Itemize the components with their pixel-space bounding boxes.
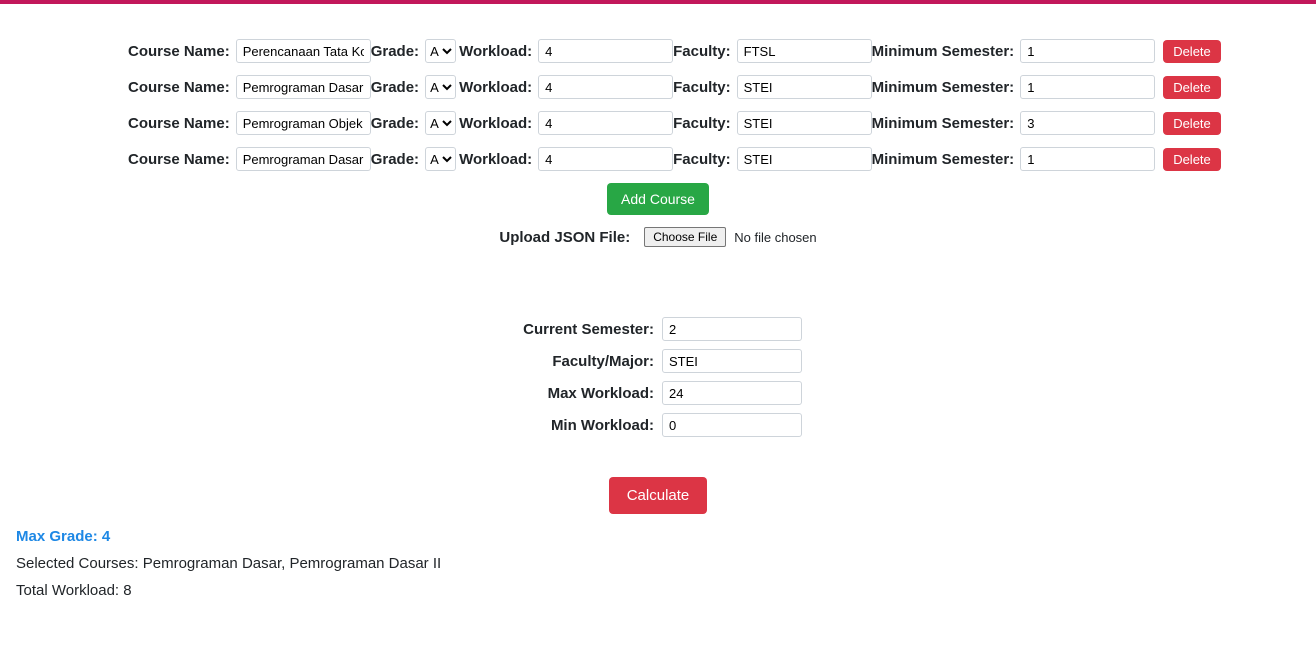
delete-button[interactable]: Delete	[1163, 40, 1221, 63]
choose-file-button[interactable]: Choose File	[644, 227, 726, 247]
faculty-input[interactable]	[737, 111, 872, 135]
faculty-input[interactable]	[737, 75, 872, 99]
course-name-label: Course Name:	[128, 43, 230, 60]
selected-courses-value: Pemrograman Dasar, Pemrograman Dasar II	[143, 555, 441, 572]
workload-input[interactable]	[538, 75, 673, 99]
min-workload-label: Min Workload:	[354, 417, 654, 434]
course-row: Course Name: Grade: A Workload: Faculty:…	[128, 147, 1188, 171]
course-name-input[interactable]	[236, 111, 371, 135]
faculty-label: Faculty:	[673, 79, 731, 96]
max-grade-line: Max Grade: 4	[16, 528, 1300, 545]
param-row-min-workload: Min Workload:	[354, 413, 962, 437]
course-name-input[interactable]	[236, 75, 371, 99]
total-workload-value: 8	[123, 582, 131, 599]
top-accent-bar	[0, 0, 1316, 4]
workload-input[interactable]	[538, 39, 673, 63]
min-semester-label: Minimum Semester:	[872, 115, 1015, 132]
faculty-major-label: Faculty/Major:	[354, 353, 654, 370]
min-semester-input[interactable]	[1020, 111, 1155, 135]
grade-select[interactable]: A	[425, 39, 456, 63]
faculty-label: Faculty:	[673, 151, 731, 168]
course-name-label: Course Name:	[128, 79, 230, 96]
grade-select[interactable]: A	[425, 111, 456, 135]
workload-label: Workload:	[459, 151, 532, 168]
course-name-input[interactable]	[236, 147, 371, 171]
faculty-input[interactable]	[737, 39, 872, 63]
param-row-max-workload: Max Workload:	[354, 381, 962, 405]
min-semester-input[interactable]	[1020, 75, 1155, 99]
grade-label: Grade:	[371, 79, 419, 96]
calculate-button[interactable]: Calculate	[609, 477, 708, 514]
delete-button[interactable]: Delete	[1163, 76, 1221, 99]
course-form-container: Course Name: Grade: A Workload: Faculty:…	[128, 39, 1188, 514]
course-name-label: Course Name:	[128, 151, 230, 168]
grade-label: Grade:	[371, 151, 419, 168]
params-section: Current Semester: Faculty/Major: Max Wor…	[128, 317, 1188, 437]
faculty-major-input[interactable]	[662, 349, 802, 373]
delete-button[interactable]: Delete	[1163, 112, 1221, 135]
course-row: Course Name: Grade: A Workload: Faculty:…	[128, 75, 1188, 99]
workload-label: Workload:	[459, 115, 532, 132]
workload-label: Workload:	[459, 43, 532, 60]
workload-input[interactable]	[538, 147, 673, 171]
upload-row: Upload JSON File: Choose File No file ch…	[128, 227, 1188, 247]
workload-label: Workload:	[459, 79, 532, 96]
add-course-wrap: Add Course	[128, 183, 1188, 215]
current-semester-input[interactable]	[662, 317, 802, 341]
workload-input[interactable]	[538, 111, 673, 135]
calculate-wrap: Calculate	[128, 477, 1188, 514]
grade-label: Grade:	[371, 115, 419, 132]
total-workload-line: Total Workload: 8	[16, 582, 1300, 599]
course-row: Course Name: Grade: A Workload: Faculty:…	[128, 39, 1188, 63]
max-workload-label: Max Workload:	[354, 385, 654, 402]
min-semester-label: Minimum Semester:	[872, 79, 1015, 96]
max-workload-input[interactable]	[662, 381, 802, 405]
faculty-label: Faculty:	[673, 43, 731, 60]
selected-courses-line: Selected Courses: Pemrograman Dasar, Pem…	[16, 555, 1300, 572]
min-workload-input[interactable]	[662, 413, 802, 437]
min-semester-input[interactable]	[1020, 147, 1155, 171]
param-row-faculty-major: Faculty/Major:	[354, 349, 962, 373]
min-semester-label: Minimum Semester:	[872, 151, 1015, 168]
param-row-current-semester: Current Semester:	[354, 317, 962, 341]
course-row: Course Name: Grade: A Workload: Faculty:…	[128, 111, 1188, 135]
delete-button[interactable]: Delete	[1163, 148, 1221, 171]
add-course-button[interactable]: Add Course	[607, 183, 709, 215]
grade-select[interactable]: A	[425, 75, 456, 99]
course-name-label: Course Name:	[128, 115, 230, 132]
results-section: Max Grade: 4 Selected Courses: Pemrogram…	[0, 514, 1316, 623]
min-semester-label: Minimum Semester:	[872, 43, 1015, 60]
grade-select[interactable]: A	[425, 147, 456, 171]
current-semester-label: Current Semester:	[354, 321, 654, 338]
file-chosen-text: No file chosen	[734, 230, 816, 245]
selected-courses-label: Selected Courses:	[16, 555, 143, 572]
min-semester-input[interactable]	[1020, 39, 1155, 63]
max-grade-label: Max Grade:	[16, 528, 102, 545]
faculty-label: Faculty:	[673, 115, 731, 132]
course-name-input[interactable]	[236, 39, 371, 63]
total-workload-label: Total Workload:	[16, 582, 123, 599]
upload-json-label: Upload JSON File:	[499, 229, 630, 246]
grade-label: Grade:	[371, 43, 419, 60]
faculty-input[interactable]	[737, 147, 872, 171]
max-grade-value: 4	[102, 528, 110, 545]
